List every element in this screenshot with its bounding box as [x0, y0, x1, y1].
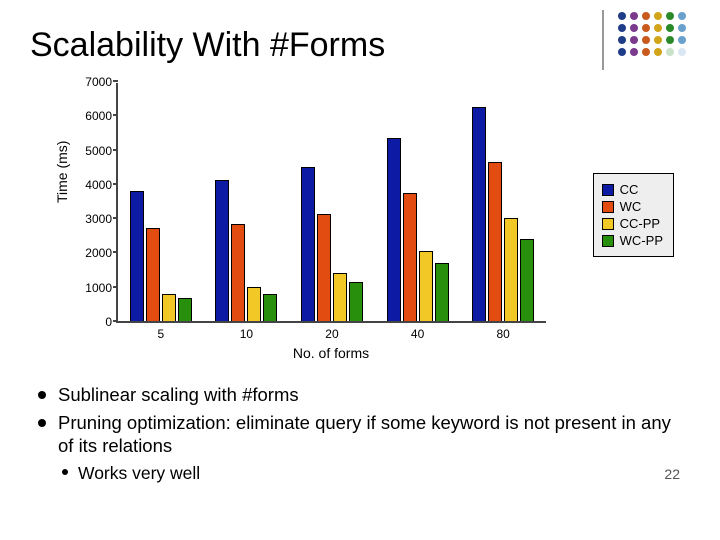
x-tick-label: 80 — [496, 321, 509, 341]
bar-WC-PP — [349, 282, 363, 321]
bar-WC — [488, 162, 502, 321]
page-number: 22 — [664, 466, 688, 484]
x-axis-label: No. of forms — [116, 345, 546, 361]
bullet-list: Sublinear scaling with #forms Pruning op… — [32, 383, 688, 484]
y-axis-label: Time (ms) — [54, 141, 70, 203]
legend: CC WC CC-PP WC-PP — [593, 173, 674, 257]
bullet-2a-text: Works very well — [78, 462, 200, 484]
bar-CC — [472, 107, 486, 321]
bar-CC — [387, 138, 401, 321]
legend-label: WC — [620, 199, 642, 214]
y-tick-label: 5000 — [85, 144, 118, 158]
bullet-2a: Works very well 22 — [32, 462, 688, 484]
bar-WC-PP — [435, 263, 449, 321]
deco-dot — [666, 12, 674, 20]
y-tick-label: 3000 — [85, 212, 118, 226]
legend-swatch — [602, 218, 614, 230]
legend-item: CC-PP — [602, 216, 663, 231]
bar-group: 20 — [289, 83, 375, 321]
x-tick-label: 10 — [240, 321, 253, 341]
bar-WC — [146, 228, 160, 321]
bar-WC-PP — [263, 294, 277, 321]
bar-groups: 510204080 — [118, 83, 546, 321]
x-tick-label: 20 — [325, 321, 338, 341]
bullet-2: Pruning optimization: eliminate query if… — [32, 411, 688, 458]
bar-WC-PP — [178, 298, 192, 321]
legend-item: WC — [602, 199, 663, 214]
legend-item: CC — [602, 182, 663, 197]
bar-WC — [403, 193, 417, 321]
legend-label: WC-PP — [620, 233, 663, 248]
deco-dot — [618, 12, 626, 20]
deco-dot — [630, 12, 638, 20]
bar-CC-PP — [419, 251, 433, 321]
y-tick-label: 0 — [105, 315, 118, 329]
y-tick-label: 7000 — [85, 75, 118, 89]
legend-swatch — [602, 201, 614, 213]
deco-dot — [654, 12, 662, 20]
legend-swatch — [602, 184, 614, 196]
bar-group: 5 — [118, 83, 204, 321]
y-tick-label: 4000 — [85, 178, 118, 192]
y-tick-label: 6000 — [85, 109, 118, 123]
slide: Scalability With #Forms Time (ms) 510204… — [0, 0, 720, 540]
bar-group: 10 — [204, 83, 290, 321]
bar-group: 80 — [460, 83, 546, 321]
plot-region: 510204080 01000200030004000500060007000 — [116, 83, 546, 323]
bar-CC — [130, 191, 144, 321]
deco-dot — [678, 12, 686, 20]
slide-title: Scalability With #Forms — [30, 26, 692, 65]
bar-WC — [317, 214, 331, 321]
legend-item: WC-PP — [602, 233, 663, 248]
bullet-1: Sublinear scaling with #forms — [32, 383, 688, 407]
bar-WC — [231, 224, 245, 321]
deco-dot — [642, 12, 650, 20]
bar-CC — [215, 180, 229, 321]
bar-CC-PP — [333, 273, 347, 321]
bar-CC-PP — [162, 294, 176, 321]
bar-CC-PP — [504, 218, 518, 321]
chart: Time (ms) 510204080 01000200030004000500… — [40, 73, 680, 373]
y-tick-label: 1000 — [85, 281, 118, 295]
bar-WC-PP — [520, 239, 534, 321]
x-tick-label: 40 — [411, 321, 424, 341]
legend-label: CC — [620, 182, 639, 197]
x-tick-label: 5 — [157, 321, 164, 341]
bar-CC — [301, 167, 315, 321]
legend-swatch — [602, 235, 614, 247]
bar-CC-PP — [247, 287, 261, 321]
y-tick-label: 2000 — [85, 246, 118, 260]
legend-label: CC-PP — [620, 216, 660, 231]
bar-group: 40 — [375, 83, 461, 321]
